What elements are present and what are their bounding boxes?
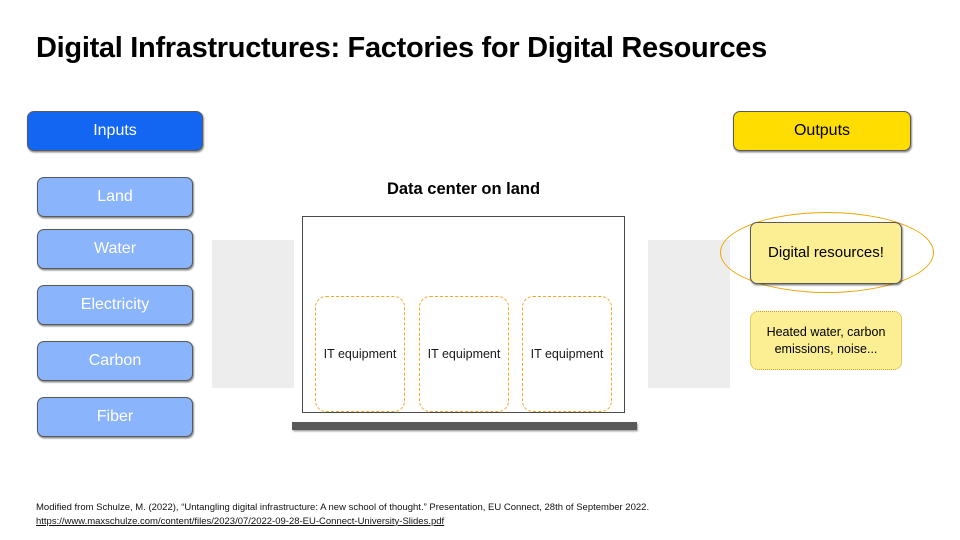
input-item-water: Water xyxy=(37,229,193,269)
it-equipment-label: IT equipment xyxy=(427,346,501,361)
footer-citation-block: Modified from Schulze, M. (2022), “Untan… xyxy=(36,501,649,529)
input-item-label: Carbon xyxy=(88,352,142,369)
input-item-fiber: Fiber xyxy=(37,397,193,437)
datacenter-heading: Data center on land xyxy=(386,180,541,198)
outputs-header-label: Outputs xyxy=(793,122,851,139)
digital-resources-label: Digital resources! xyxy=(768,243,884,261)
inputs-header-label: Inputs xyxy=(93,122,137,139)
page-title: Digital Infrastructures: Factories for D… xyxy=(36,32,767,64)
right-arrow-icon-datacenter-to-outputs xyxy=(648,240,730,388)
it-equipment-box: IT equipment xyxy=(522,296,612,412)
it-equipment-box: IT equipment xyxy=(419,296,509,412)
footer-citation-text: Modified from Schulze, M. (2022), “Untan… xyxy=(36,502,650,513)
input-item-carbon: Carbon xyxy=(37,341,193,381)
footer-source-link[interactable]: https://www.maxschulze.com/content/files… xyxy=(36,515,649,529)
slide-canvas: Digital Infrastructures: Factories for D… xyxy=(0,0,960,540)
it-equipment-label: IT equipment xyxy=(530,346,604,361)
inputs-header-box: Inputs xyxy=(27,111,203,151)
input-item-land: Land xyxy=(37,177,193,217)
byproducts-label: Heated water, carbon emissions, noise... xyxy=(766,325,886,356)
it-equipment-label: IT equipment xyxy=(323,346,397,361)
input-item-label: Land xyxy=(97,188,133,205)
input-item-label: Fiber xyxy=(96,408,134,425)
it-equipment-box: IT equipment xyxy=(315,296,405,412)
input-item-label: Electricity xyxy=(80,296,150,313)
outputs-header-box: Outputs xyxy=(733,111,911,151)
ground-land-bar xyxy=(292,422,637,430)
input-item-electricity: Electricity xyxy=(37,285,193,325)
right-arrow-icon-inputs-to-datacenter xyxy=(212,240,294,388)
digital-resources-box: Digital resources! xyxy=(750,222,902,284)
input-item-label: Water xyxy=(93,240,137,257)
byproducts-box: Heated water, carbon emissions, noise... xyxy=(750,311,902,370)
